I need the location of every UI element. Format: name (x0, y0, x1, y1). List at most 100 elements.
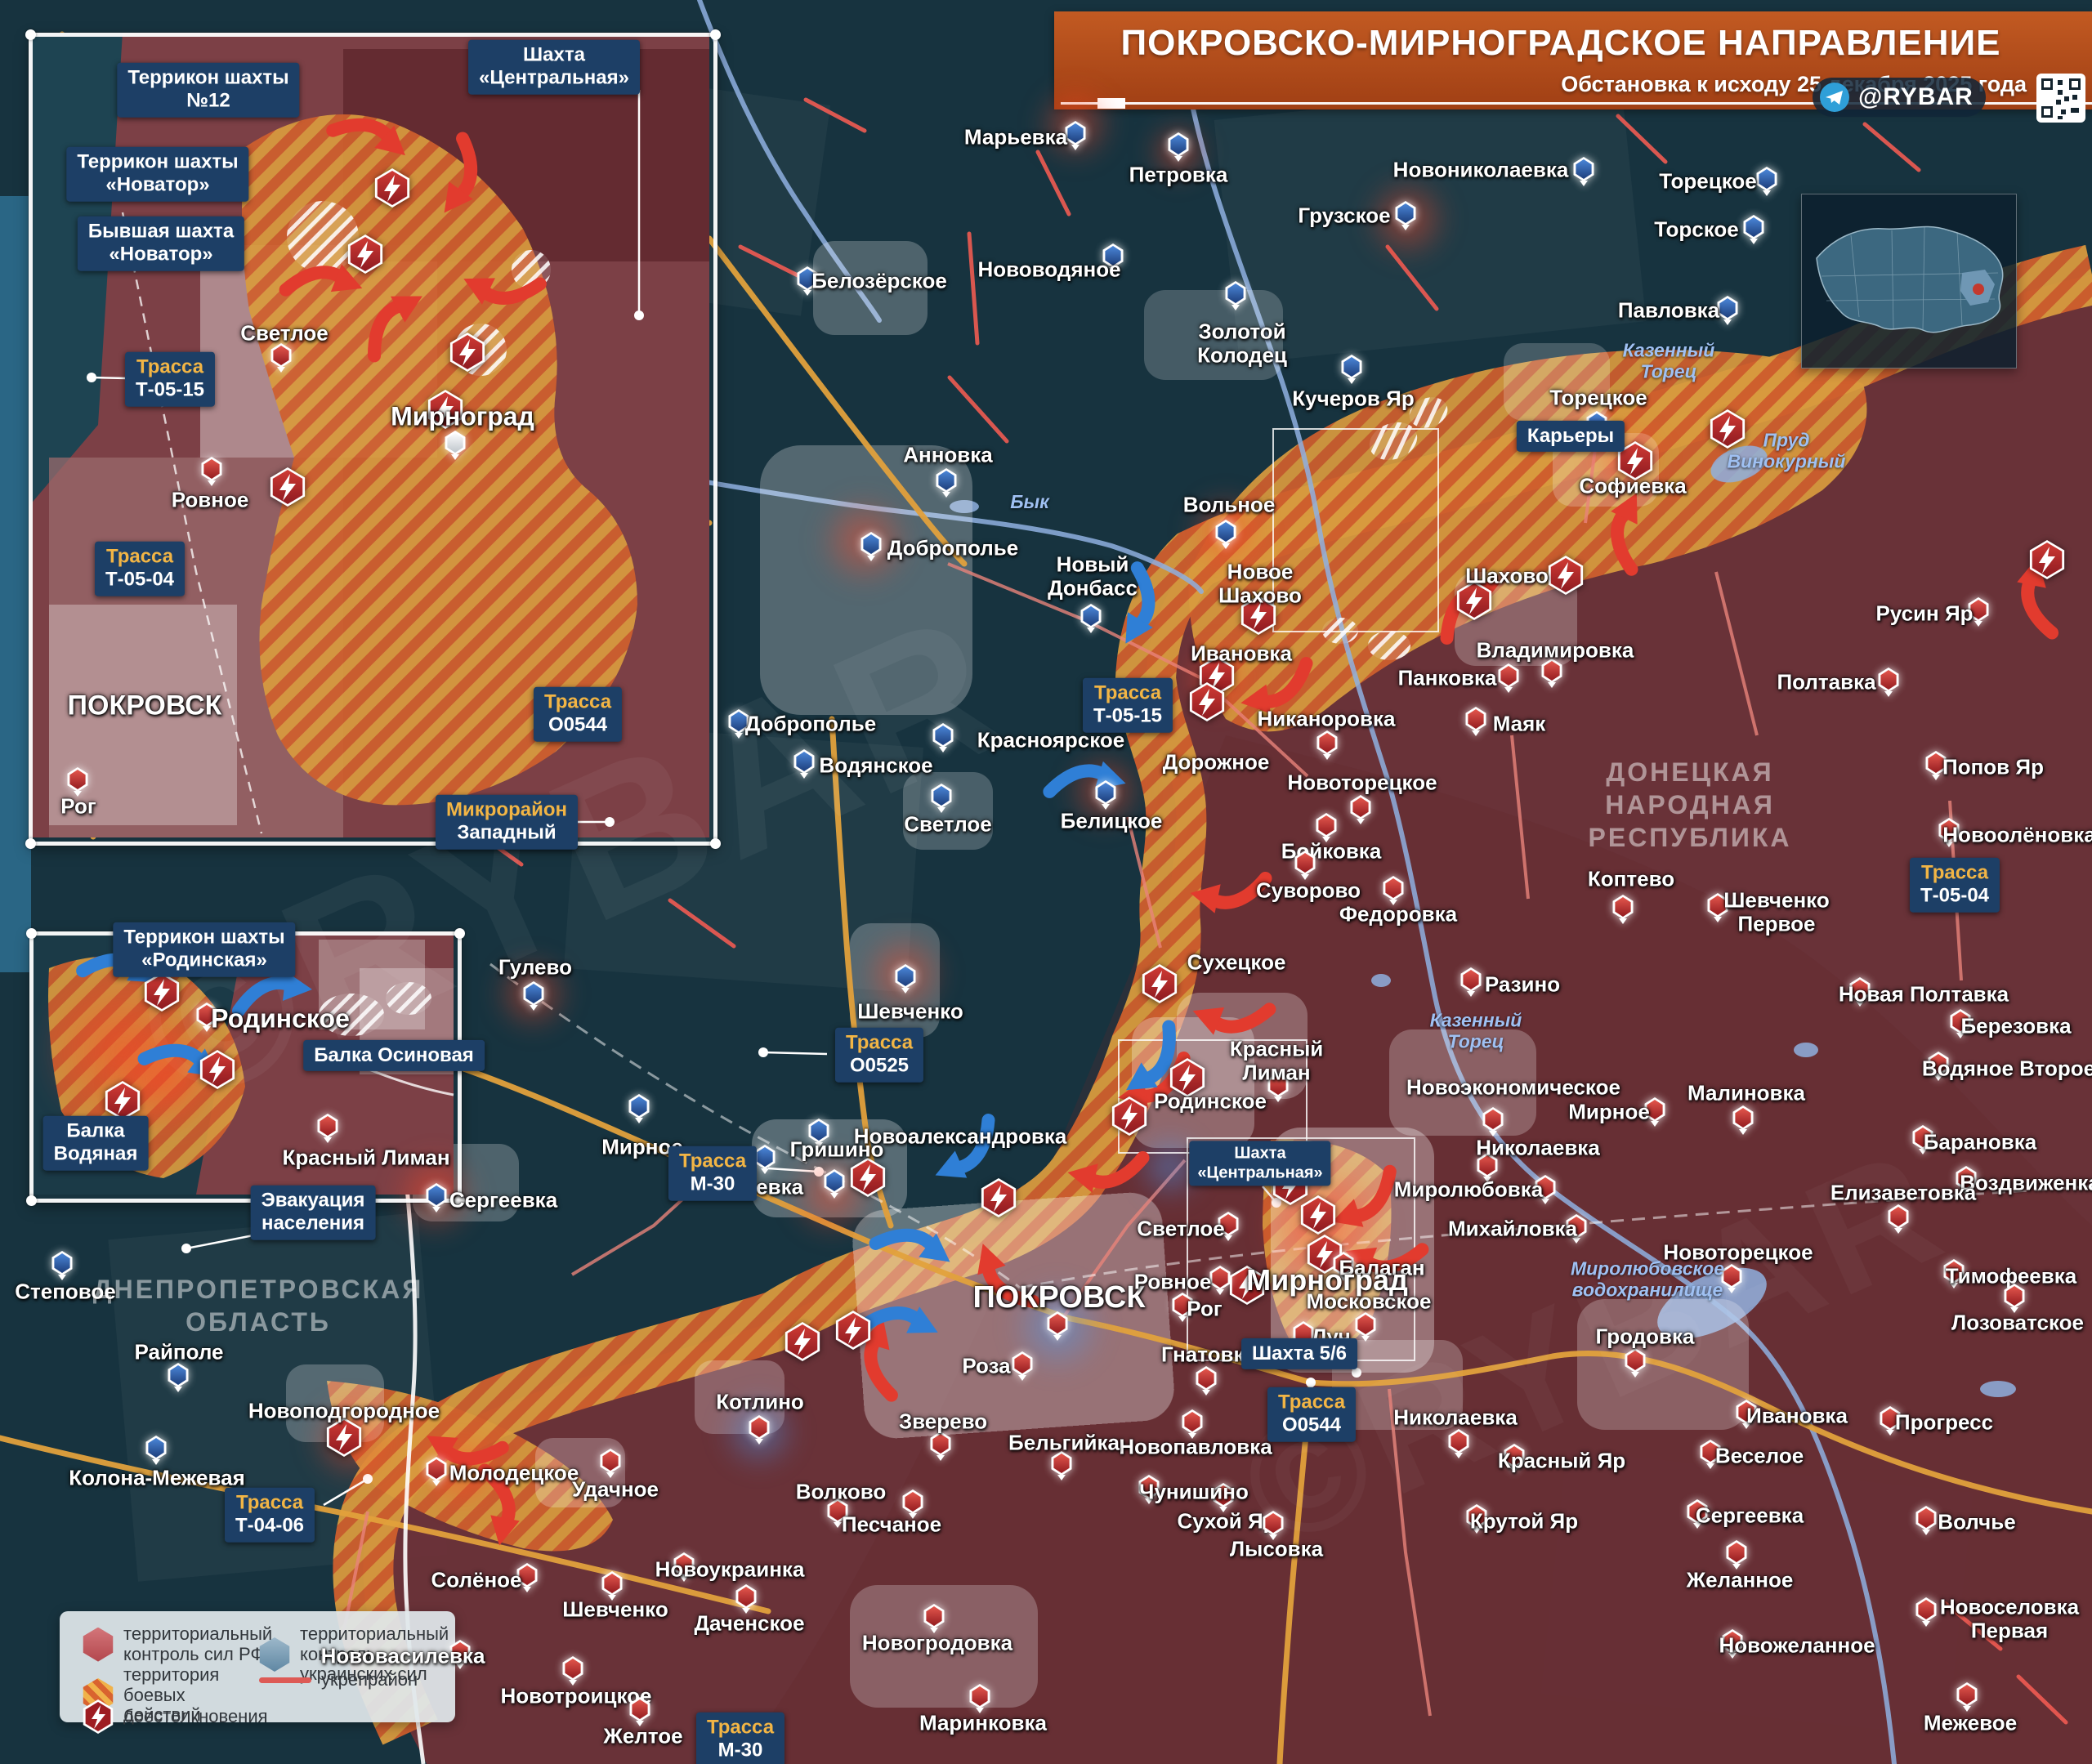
town-label-Маринковка: Маринковка (919, 1712, 1047, 1735)
map-pin-red (749, 1415, 770, 1440)
town-label-Вольное: Вольное (1183, 493, 1276, 517)
map-pin-blue (1215, 520, 1236, 544)
town-label-Шевченко: Шевченко (562, 1598, 668, 1622)
lightning-bolt-icon (449, 333, 485, 372)
town-label-Песчаное: Песчаное (842, 1513, 941, 1537)
info-box-Террикон шахты: Террикон шахты«Родинская» (113, 922, 295, 977)
town-label-Новоселовка Первая: НовоселовкаПервая (1940, 1595, 2079, 1641)
town-label-Доброполье: Доброполье (745, 712, 876, 736)
frame-corner-dot (26, 1195, 37, 1206)
town-label-Красный Яр: Красный Яр (1498, 1449, 1625, 1473)
road-label-Т-04-06: ТрассаТ-04-06 (225, 1488, 315, 1543)
map-pin-red (600, 1449, 621, 1473)
lightning-bolt-icon (981, 1178, 1017, 1217)
lightning-bolt-icon (199, 1050, 235, 1089)
map-pin-blue (1756, 167, 1777, 191)
town-label-Колона-Межевая: Колона-Межевая (69, 1467, 245, 1490)
map-pin-red (317, 1114, 338, 1138)
info-box-Эвакуация: Эвакуациянаселения (251, 1186, 376, 1240)
town-label-Николаевка: Николаевка (1476, 1137, 1600, 1160)
map-pin-red (1196, 1366, 1217, 1391)
town-label-Белицкое: Белицкое (1061, 810, 1163, 833)
frame-corner-dot (710, 838, 721, 849)
town-label-Роза: Роза (962, 1355, 1010, 1378)
clash-icon (1548, 556, 1584, 595)
map-pin-red (201, 457, 222, 481)
rybar-handle: @RYBAR (1858, 83, 1974, 111)
legend-rf-control-label: территориальный контроль сил РФ (123, 1624, 272, 1664)
road-label-Т-05-15: ТрассаТ-05-15 (125, 352, 215, 407)
town-label-Мирноград: Мирноград (1246, 1264, 1408, 1297)
legend-clash-label: боестолкновения (123, 1707, 268, 1727)
map-pin-red (1878, 668, 1899, 692)
town-label-Гришино: Гришино (790, 1138, 884, 1162)
clash-icon (326, 1418, 362, 1457)
town-label-ПОКРОВСК: ПОКРОВСК (68, 690, 222, 721)
map-pin-blue (1225, 281, 1246, 306)
map-pin-red (1915, 1597, 1937, 1622)
road-label-Т-05-04: ТрассаТ-05-04 (1910, 858, 2000, 913)
lightning-bolt-icon (850, 1158, 886, 1197)
map-pin-blue (1743, 215, 1764, 239)
map-pin-red (930, 1431, 951, 1456)
town-label-Маяк: Маяк (1493, 712, 1546, 736)
map-pin-blue (931, 784, 952, 808)
clash-icon (1142, 964, 1178, 1003)
clash-icon (347, 234, 383, 274)
town-label-Новониколаевка: Новониколаевка (1393, 159, 1569, 182)
town-label-Анновка: Анновка (903, 444, 993, 467)
town-label-Чунишино: Чунишино (1139, 1480, 1249, 1504)
map-pin-red (1612, 895, 1634, 919)
road-label-О0525: ТрассаО0525 (835, 1028, 923, 1083)
town-label-Водяное Второе: Водяное Второе (1922, 1057, 2092, 1081)
map-pin-red (1263, 1511, 1284, 1535)
map-pin-blue (932, 723, 954, 748)
frame-corner-dot (710, 29, 721, 40)
clash-icon (981, 1178, 1017, 1217)
town-label-Сергеевка: Сергеевка (449, 1189, 557, 1212)
town-label-Торецкое: Торецкое (1659, 170, 1756, 194)
clash-icon (1111, 1096, 1147, 1136)
map-pin-red (1482, 1107, 1504, 1132)
town-label-Николаевка: Николаевка (1393, 1406, 1518, 1430)
info-box-Шахта: Шахта«Центральная» (1189, 1141, 1330, 1186)
map-title: ПОКРОВСКО-МИРНОГРАДСКОЕ НАПРАВЛЕНИЕ (1054, 23, 2067, 64)
map-pin-red (969, 1684, 990, 1708)
town-label-Новопавловка: Новопавловка (1119, 1436, 1272, 1459)
town-label-Елизаветовка: Елизаветовка (1830, 1181, 1976, 1205)
town-label-Нововасилевка: Нововасилевка (321, 1645, 485, 1668)
town-label-Кучеров Яр: Кучеров Яр (1292, 387, 1414, 411)
lightning-bolt-icon (347, 234, 383, 274)
map-pin-red (1316, 813, 1337, 837)
clash-icon (270, 467, 306, 507)
map-pin-red (1732, 1105, 1754, 1130)
map-pin-blue (1080, 604, 1102, 628)
map-pin-red (270, 343, 292, 368)
map-pin-blue (1395, 201, 1416, 226)
map-pin-blue (1065, 121, 1086, 145)
legend-fortified-line-icon (259, 1677, 311, 1683)
rybar-logo: @RYBAR (1813, 78, 1986, 117)
town-label-Лысовка: Лысовка (1230, 1538, 1323, 1561)
info-box-Шахта: Шахта«Центральная» (468, 40, 640, 95)
clash-icon (449, 333, 485, 372)
road-label-М-30: ТрассаМ-30 (668, 1146, 757, 1201)
town-label-Красный Лиман: КрасныйЛиман (1230, 1037, 1324, 1083)
legend-clash-icon (83, 1699, 114, 1734)
map-pin-red (1956, 1682, 1978, 1707)
legend-rf-control-icon (83, 1628, 114, 1662)
town-label-Родинское: Родинское (211, 1004, 350, 1033)
info-box-Шахта 5/6: Шахта 5/6 (1241, 1338, 1357, 1369)
town-label-Гродовка: Гродовка (1595, 1325, 1694, 1349)
frame-corner-dot (25, 838, 36, 849)
town-label-Новая Полтавка: Новая Полтавка (1839, 983, 2009, 1007)
lightning-bolt-icon (784, 1322, 820, 1361)
map-pin-blue (793, 749, 815, 774)
town-label-Полтавка: Полтавка (1777, 671, 1875, 694)
lightning-bolt-icon (1142, 964, 1178, 1003)
road-label-О0544: ТрассаО0544 (1267, 1387, 1356, 1442)
town-label-Волково: Волково (796, 1480, 887, 1504)
town-label-Ровное: Ровное (172, 489, 249, 512)
ukraine-locator-map (1801, 194, 2017, 368)
callout-dot (181, 1244, 191, 1253)
